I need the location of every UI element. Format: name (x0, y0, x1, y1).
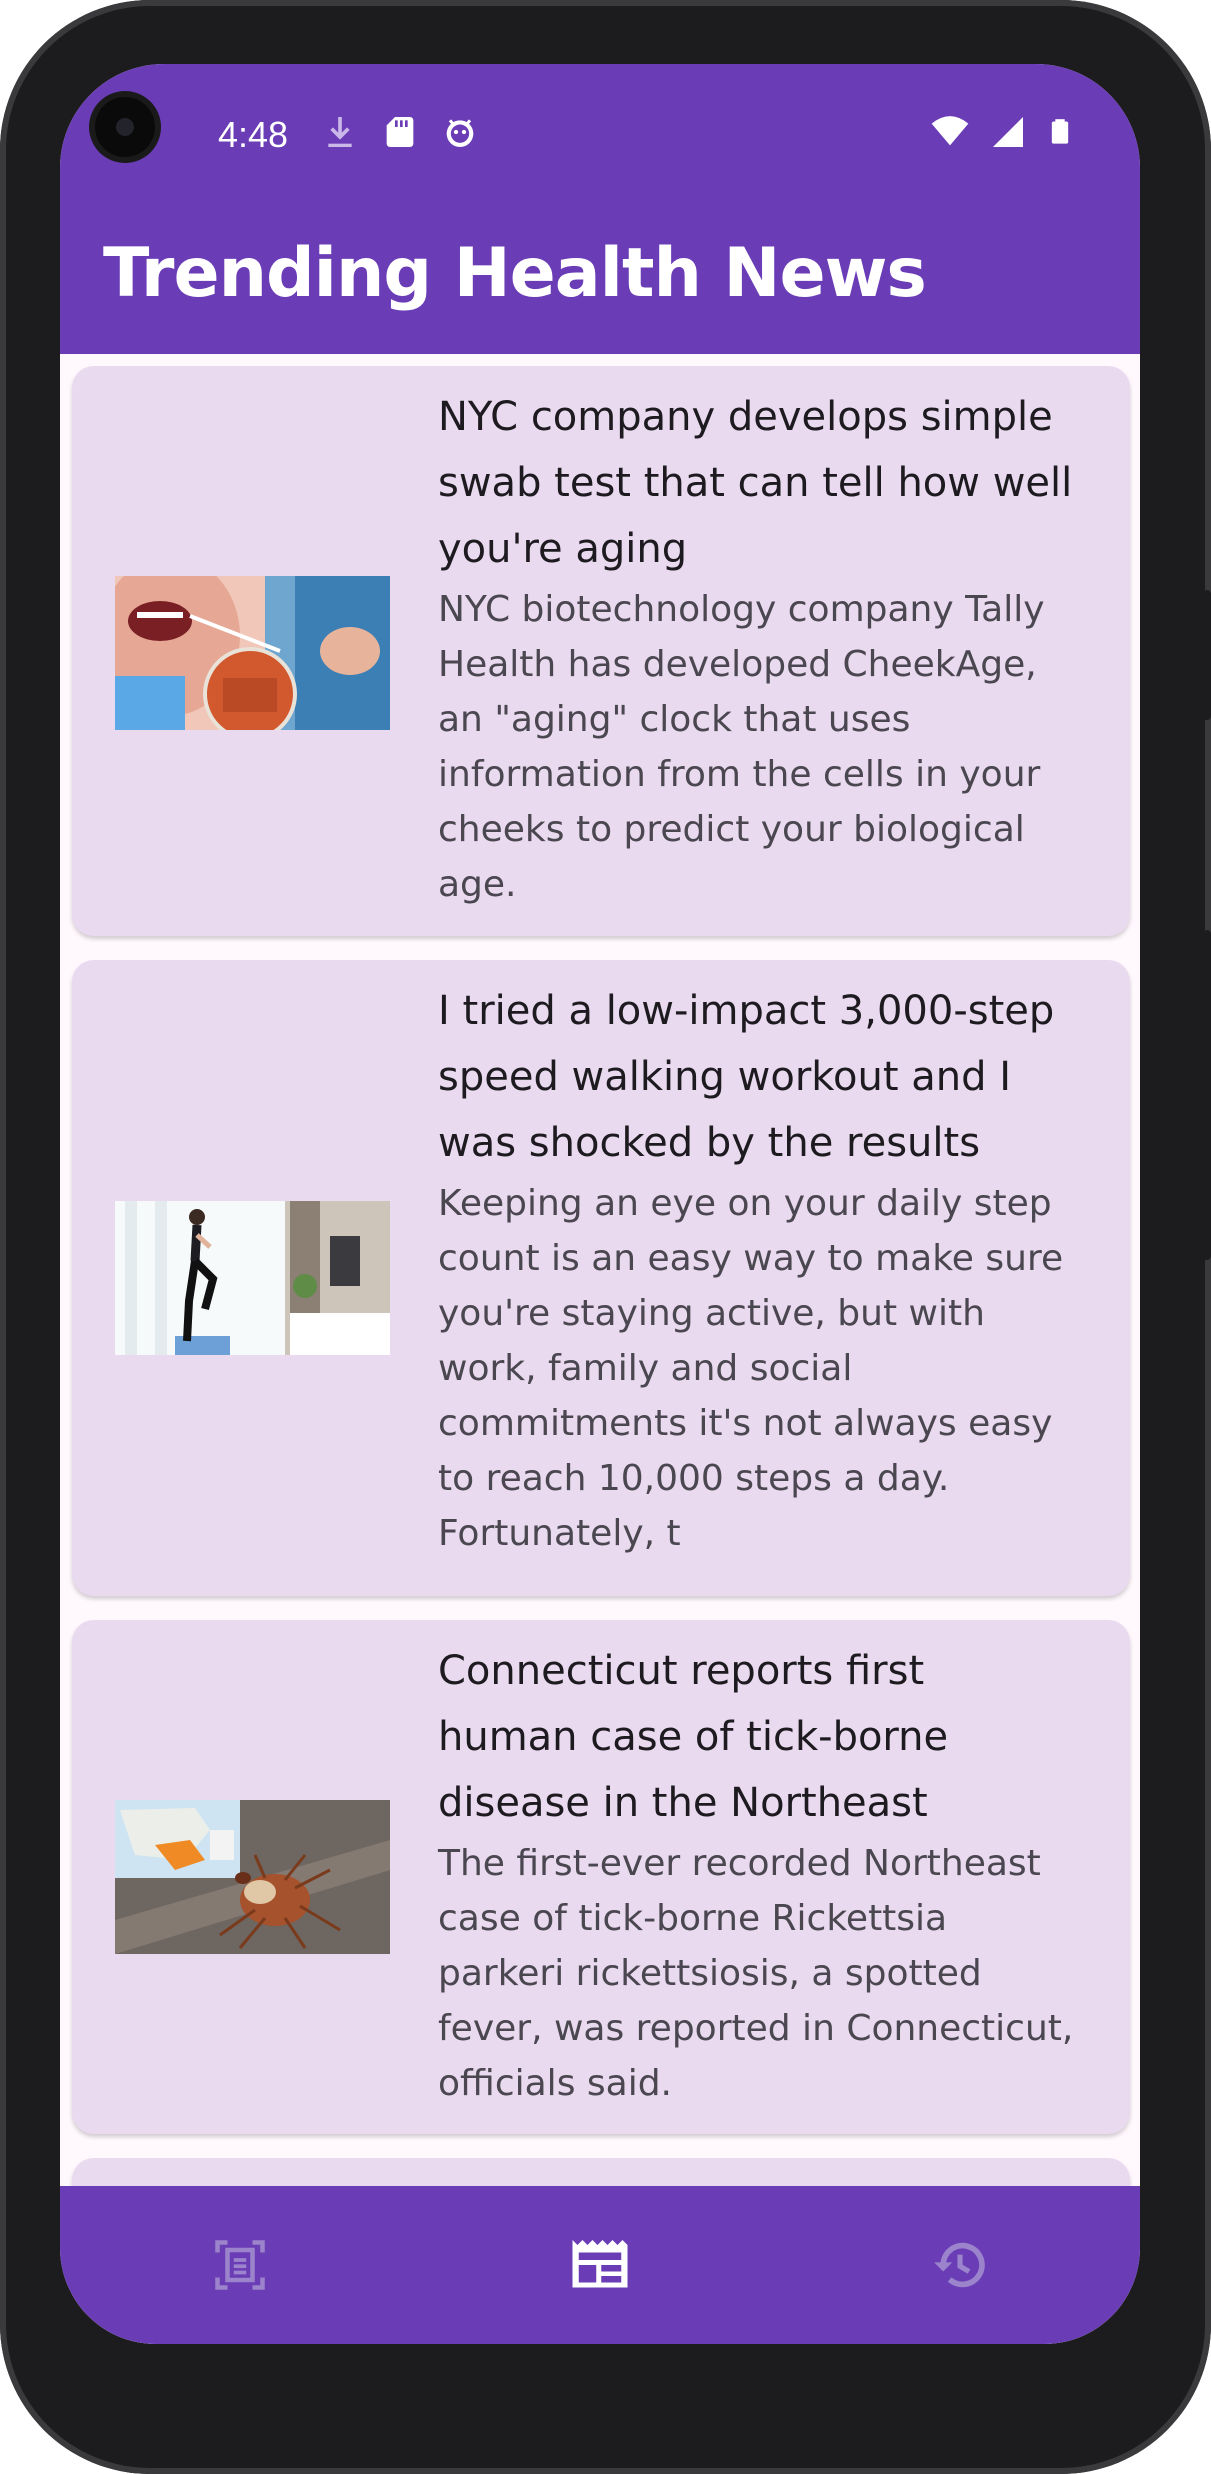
wifi-icon (931, 116, 969, 146)
battery-icon (1051, 119, 1069, 144)
status-time: 4:48 (218, 114, 289, 155)
article-summary: NYC biotechnology company Tally Health h… (438, 589, 1045, 905)
bottom-navigation (60, 2186, 1140, 2344)
newspaper-icon (572, 2240, 628, 2288)
article-card[interactable]: Connecticut reports first human case of … (72, 1620, 1130, 2134)
cell-signal-icon (993, 117, 1023, 147)
phone-frame: 4:48 Trending Health News NYC company de… (0, 0, 1211, 2474)
nav-history[interactable] (780, 2186, 1140, 2344)
screen: 4:48 Trending Health News NYC company de… (60, 64, 1140, 2344)
document-scan-icon (215, 2240, 265, 2290)
article-title[interactable]: NYC company develops simple swab test th… (438, 384, 1075, 582)
article-summary: The first-ever recorded Northeast case o… (438, 1843, 1074, 2104)
volume-button (1203, 930, 1211, 1260)
android-debug-icon (446, 119, 474, 147)
nav-news[interactable] (420, 2186, 780, 2344)
download-icon (328, 117, 352, 147)
article-title[interactable]: Connecticut reports first human case of … (438, 1638, 1075, 1836)
nav-scan[interactable] (60, 2186, 420, 2344)
status-left-icons (320, 112, 480, 152)
cheek-swab-test-photo (115, 576, 390, 730)
front-camera (95, 97, 155, 157)
article-card[interactable]: NYC company develops simple swab test th… (72, 366, 1130, 936)
article-summary: Keeping an eye on your daily step count … (438, 1183, 1064, 1554)
woman-walking-workout-photo (115, 1201, 390, 1355)
tick-and-map-photo (115, 1800, 390, 1954)
history-icon (934, 2242, 985, 2288)
status-right-icons (930, 112, 1074, 152)
article-title[interactable]: I tried a low-impact 3,000-step speed wa… (438, 978, 1075, 1176)
article-card[interactable]: I tried a low-impact 3,000-step speed wa… (72, 960, 1130, 1596)
power-button (1203, 590, 1211, 720)
top-app-bar: 4:48 Trending Health News (60, 64, 1140, 354)
page-title: Trending Health News (103, 234, 927, 313)
sd-card-icon (386, 117, 414, 147)
